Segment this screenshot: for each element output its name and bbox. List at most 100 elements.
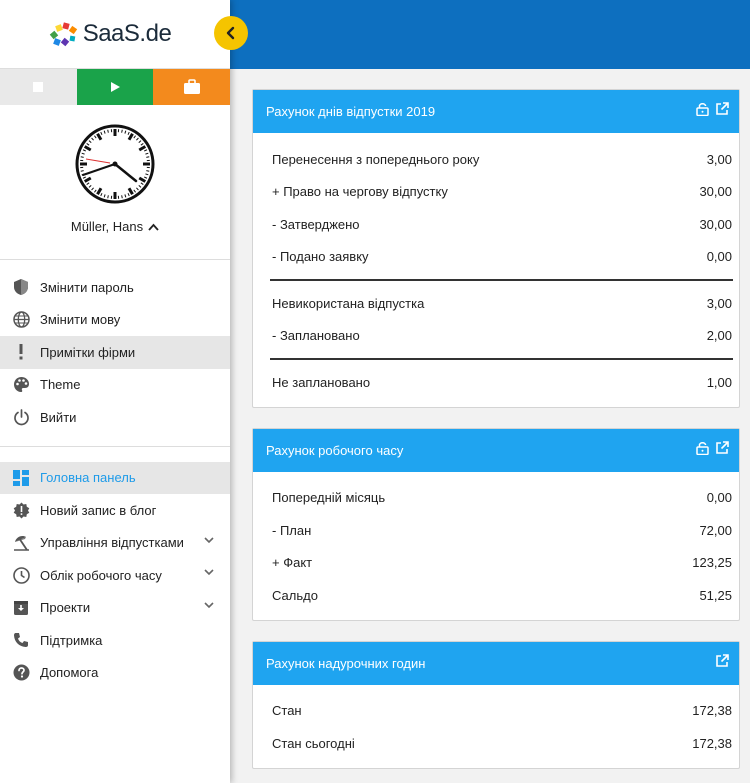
- clock-tick: [107, 195, 109, 199]
- briefcase-icon: [183, 79, 200, 94]
- account-menu: Змінити пароль Змінити мову Примітки фір…: [0, 260, 230, 447]
- row-value: 1,00: [706, 374, 732, 390]
- table-row: Попередній місяць 0,00: [272, 482, 733, 515]
- table-row: Перенесення з попереднього року 3,00: [272, 143, 733, 176]
- table-row: Стан 172,38: [272, 695, 733, 728]
- lock-open-icon[interactable]: [696, 441, 709, 455]
- menu-theme[interactable]: Theme: [0, 369, 230, 402]
- logo-brand: SaaS: [82, 20, 140, 47]
- row-label: Перенесення з попереднього року: [272, 151, 480, 167]
- business-trip-button[interactable]: [153, 69, 231, 105]
- menu-logout[interactable]: Вийти: [0, 401, 230, 434]
- menu-label: Змінити мову: [40, 312, 121, 328]
- row-label: - План: [272, 522, 312, 538]
- power-icon: [12, 408, 30, 426]
- collapse-sidebar-button[interactable]: [214, 16, 248, 50]
- row-value: 172,38: [692, 735, 732, 751]
- start-button[interactable]: [76, 69, 154, 105]
- menu-label: Головна панель: [40, 470, 136, 486]
- play-icon: [111, 82, 120, 92]
- row-value: 30,00: [699, 184, 732, 200]
- table-row: - Затверджено 30,00: [272, 208, 733, 241]
- logo[interactable]: SaaS.de: [49, 20, 172, 48]
- card-body: Стан 172,38 Стан сьогодні 172,38: [253, 685, 739, 768]
- table-row: Невикористана відпустка 3,00: [272, 287, 733, 320]
- menu-label: Облік робочого часу: [40, 567, 162, 583]
- row-value: 2,00: [706, 328, 732, 344]
- table-row: Сальдо 51,25: [272, 579, 733, 612]
- stop-button[interactable]: [0, 69, 77, 105]
- menu-dashboard[interactable]: Головна панель: [0, 461, 230, 494]
- table-row: Стан сьогодні 172,38: [272, 727, 733, 760]
- clock-icon: [12, 566, 30, 584]
- row-value: 123,25: [692, 555, 732, 571]
- exclamation-icon: [12, 343, 30, 361]
- row-label: Сальдо: [272, 587, 318, 603]
- table-row: - Заплановано 2,00: [272, 320, 733, 353]
- row-label: - Заплановано: [272, 328, 360, 344]
- stop-icon: [33, 82, 44, 92]
- row-label: Не заплановано: [272, 374, 371, 390]
- row-label: - Затверджено: [272, 216, 360, 232]
- menu-projects[interactable]: Проекти: [0, 592, 230, 625]
- menu-vacation-management[interactable]: Управління відпустками: [0, 527, 230, 560]
- logo-text: SaaS.de: [83, 20, 172, 48]
- row-value: 30,00: [699, 216, 732, 232]
- open-external-icon[interactable]: [715, 653, 729, 668]
- menu-help[interactable]: Допомога: [0, 657, 230, 690]
- palette-icon: [12, 376, 30, 394]
- dashboard-icon: [12, 469, 30, 487]
- row-label: Стан сьогодні: [272, 735, 355, 751]
- beach-umbrella-icon: [12, 534, 30, 552]
- open-external-icon[interactable]: [715, 440, 729, 455]
- phone-icon: [12, 631, 30, 649]
- chevron-down-icon: [204, 569, 214, 576]
- menu-company-notes[interactable]: Примітки фірми: [0, 336, 230, 369]
- table-row: Не заплановано 1,00: [272, 366, 733, 399]
- menu-time-tracking[interactable]: Облік робочого часу: [0, 559, 230, 592]
- row-value: 3,00: [706, 295, 732, 311]
- globe-icon: [12, 311, 30, 329]
- chevron-down-icon: [204, 601, 214, 608]
- user-menu-toggle[interactable]: Müller, Hans: [71, 219, 159, 234]
- vacation-account-card: Рахунок днів відпустки 2019 Перенесення …: [252, 89, 740, 408]
- help-icon: [12, 664, 30, 682]
- menu-label: Змінити пароль: [40, 279, 134, 295]
- row-value: 0,00: [706, 490, 732, 506]
- main-menu: Головна панель Новий запис в блог Управл…: [0, 447, 230, 690]
- time-action-bar: [0, 69, 231, 105]
- chevron-down-icon: [204, 536, 214, 543]
- clock-tick: [107, 129, 109, 133]
- user-area: Müller, Hans: [0, 105, 230, 260]
- logo-area: SaaS.de: [0, 0, 248, 69]
- logo-suffix: .de: [139, 20, 172, 47]
- menu-new-blog-post[interactable]: Новий запис в блог: [0, 494, 230, 527]
- menu-change-password[interactable]: Змінити пароль: [0, 271, 230, 304]
- archive-icon: [12, 599, 30, 617]
- divider: [270, 358, 733, 360]
- card-header: Рахунок надурочних годин: [253, 641, 739, 685]
- card-header: Рахунок робочого часу: [253, 428, 739, 472]
- lock-open-icon[interactable]: [696, 102, 709, 116]
- table-row: + Факт 123,25: [272, 547, 733, 580]
- row-value: 172,38: [692, 703, 732, 719]
- menu-label: Управління відпустками: [40, 535, 184, 551]
- clock-tick: [121, 195, 123, 199]
- menu-label: Новий запис в блог: [40, 502, 157, 518]
- table-row: - Подано заявку 0,00: [272, 241, 733, 274]
- badge-alert-icon: [12, 501, 30, 519]
- menu-support[interactable]: Підтримка: [0, 624, 230, 657]
- row-value: 51,25: [699, 587, 732, 603]
- menu-change-language[interactable]: Змінити мову: [0, 304, 230, 337]
- chevron-left-icon: [226, 26, 235, 40]
- card-body: Перенесення з попереднього року 3,00 + Пр…: [253, 133, 739, 407]
- overtime-account-card: Рахунок надурочних годин Стан 172,38 Стан…: [252, 640, 740, 769]
- divider: [270, 279, 733, 281]
- clock-tick: [80, 156, 84, 158]
- table-row: + Право на чергову відпустку 30,00: [272, 176, 733, 209]
- open-external-icon[interactable]: [715, 102, 729, 116]
- menu-label: Примітки фірми: [40, 344, 136, 360]
- card-title: Рахунок надурочних годин: [266, 655, 426, 671]
- shield-icon: [12, 278, 30, 296]
- row-label: Попередній місяць: [272, 490, 386, 506]
